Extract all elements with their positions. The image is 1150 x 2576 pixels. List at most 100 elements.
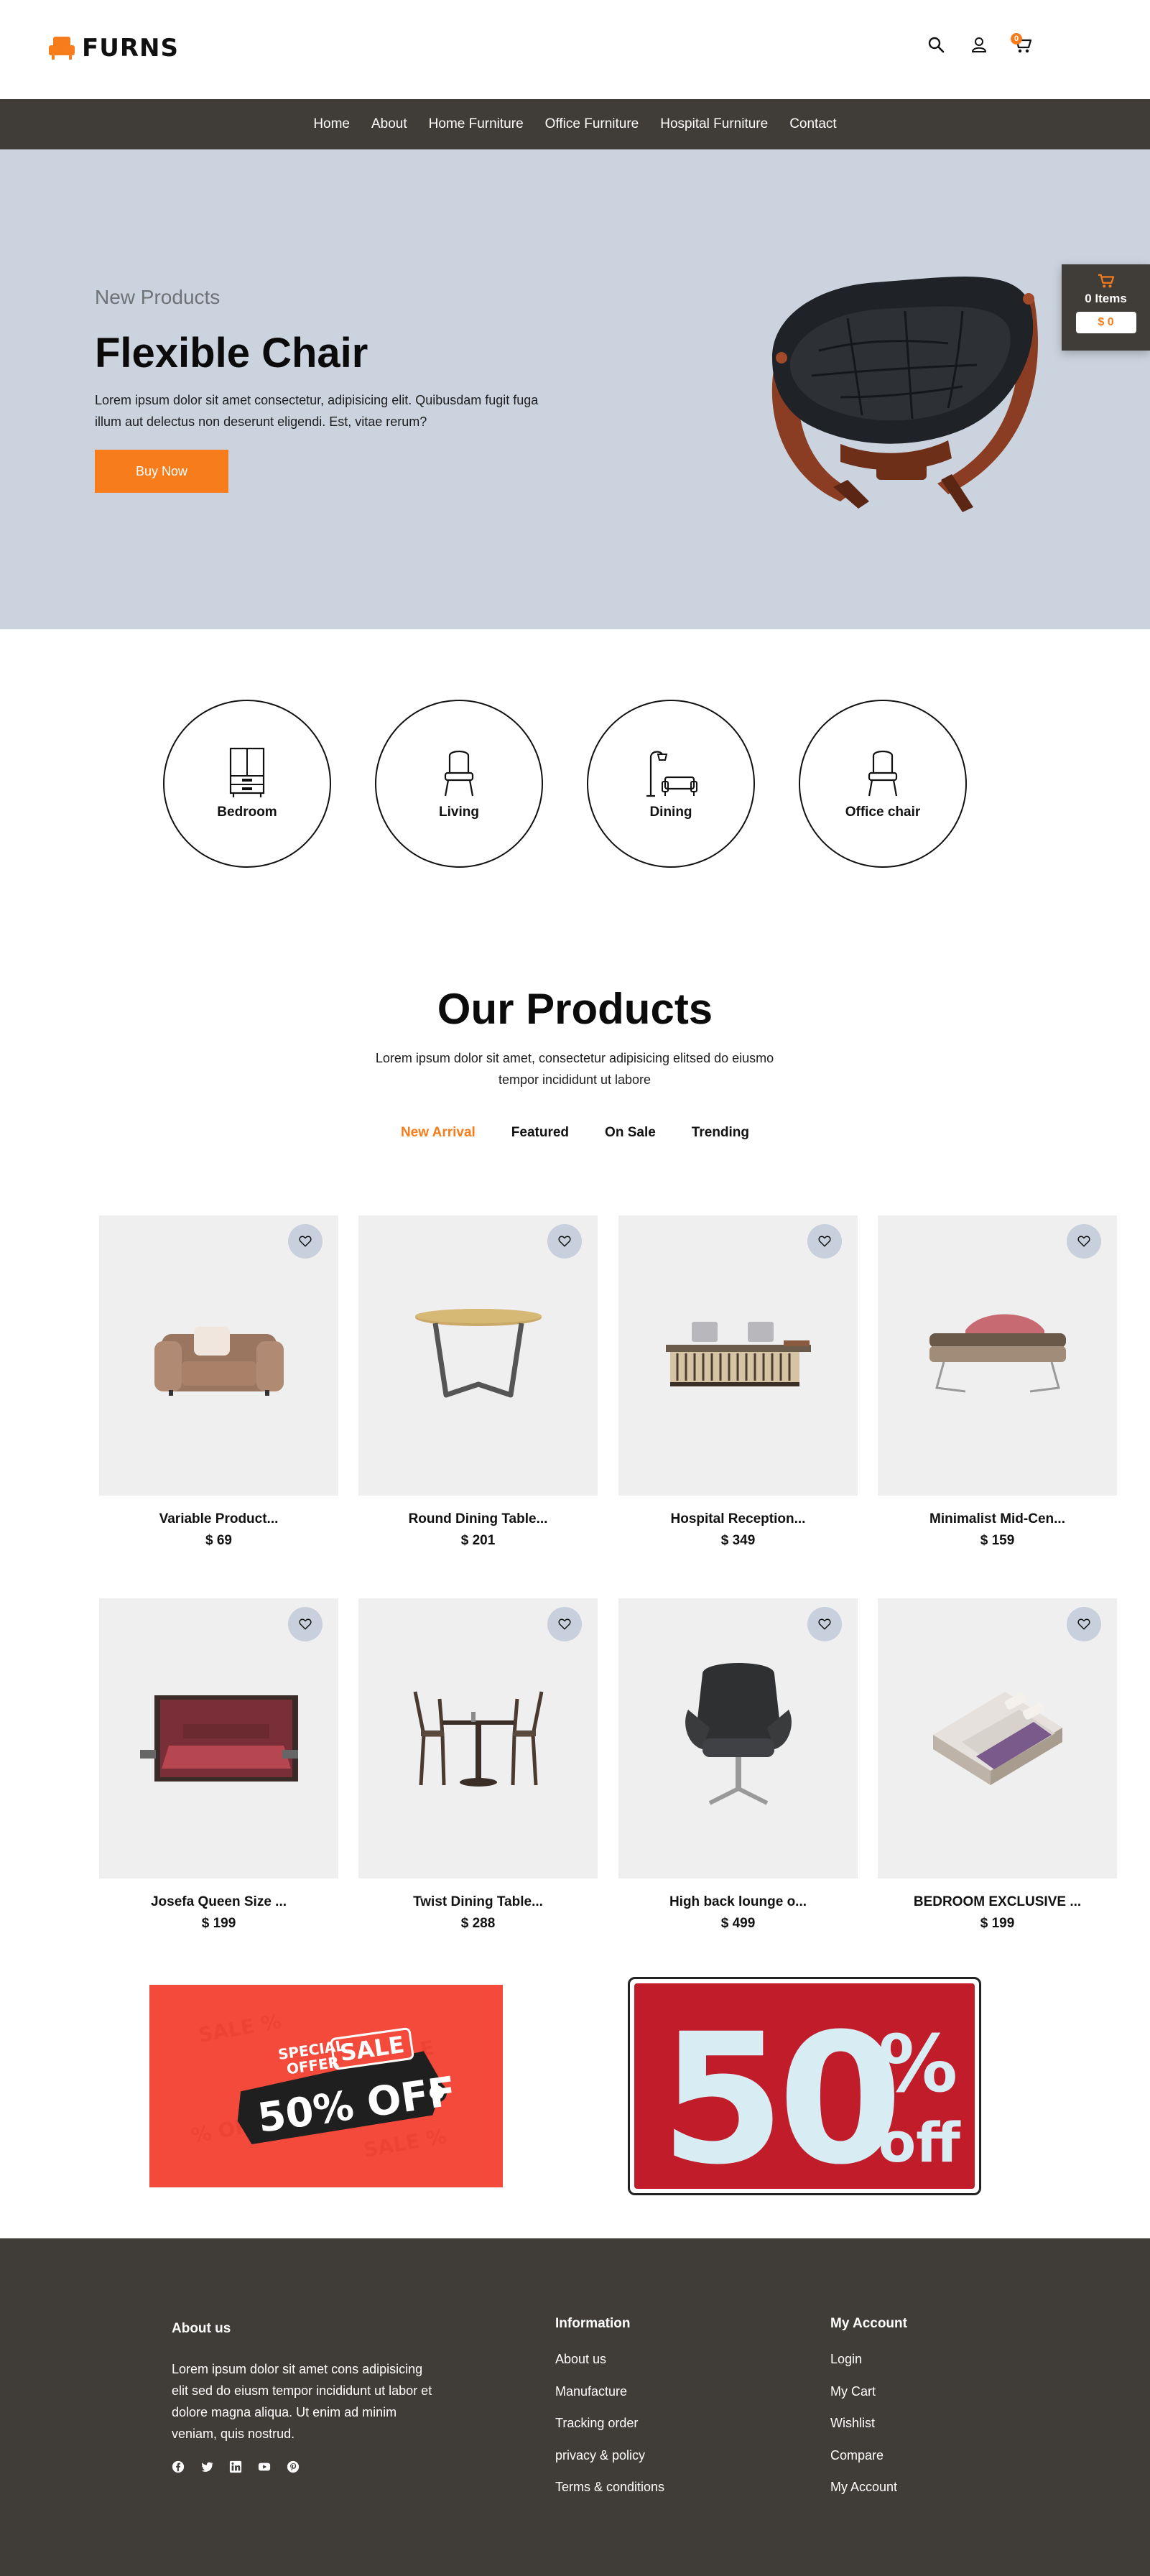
twitter-icon[interactable] <box>200 2460 213 2473</box>
daybed-image <box>929 1314 1066 1393</box>
heart-icon <box>818 1618 831 1630</box>
heart-icon <box>299 1618 312 1630</box>
tab-featured[interactable]: Featured <box>511 1125 569 1141</box>
footer-link-terms[interactable]: Terms & conditions <box>555 2480 664 2512</box>
footer-link-login[interactable]: Login <box>830 2352 907 2384</box>
search-icon <box>928 37 945 53</box>
product-name[interactable]: Round Dining Table... <box>358 1511 598 1527</box>
category-bedroom[interactable]: Bedroom <box>163 700 331 868</box>
lamp-sofa-icon <box>646 751 697 797</box>
floating-cart-items: 0 Items <box>1085 292 1127 305</box>
linkedin-icon[interactable] <box>229 2460 242 2473</box>
nav-hospital-furniture[interactable]: Hospital Furniture <box>660 116 768 132</box>
product-card[interactable]: Hospital Reception... $ 349 <box>618 1215 858 1549</box>
wishlist-button[interactable] <box>1067 1224 1101 1259</box>
heart-icon <box>1077 1618 1090 1630</box>
fifty-off-banner[interactable]: 50 % off <box>628 1977 981 2195</box>
product-image[interactable] <box>878 1215 1117 1496</box>
leather-chair-image <box>771 276 1038 512</box>
product-name[interactable]: Twist Dining Table... <box>358 1894 598 1910</box>
tab-trending[interactable]: Trending <box>692 1125 749 1141</box>
site-header: FURNS 0 <box>0 0 1150 99</box>
product-name[interactable]: BEDROOM EXCLUSIVE ... <box>878 1894 1117 1910</box>
product-name[interactable]: Variable Product... <box>99 1511 338 1527</box>
category-label: Living <box>439 805 479 820</box>
product-image[interactable] <box>618 1215 858 1496</box>
special-offer-graphic: SALE % SALE % OFF SALE % SPECIAL OFFER S… <box>189 2009 458 2162</box>
heart-icon <box>1077 1236 1090 1247</box>
armchair-image <box>154 1327 284 1396</box>
product-card[interactable]: Twist Dining Table... $ 288 <box>358 1598 598 1932</box>
chair-icon <box>444 750 474 797</box>
product-image[interactable] <box>99 1598 338 1878</box>
category-office-chair[interactable]: Office chair <box>799 700 967 868</box>
product-price: $ 199 <box>201 1916 236 1931</box>
chair-icon <box>868 750 898 797</box>
svg-text:SALE %: SALE % <box>361 2124 448 2162</box>
wishlist-button[interactable] <box>1067 1607 1101 1641</box>
footer-about: About us Lorem ipsum dolor sit amet cons… <box>172 2321 437 2473</box>
wishlist-button[interactable] <box>288 1607 323 1641</box>
facebook-icon[interactable] <box>172 2460 185 2473</box>
dining-set-image <box>413 1691 543 1787</box>
product-card[interactable]: BEDROOM EXCLUSIVE ... $ 199 <box>878 1598 1117 1932</box>
svg-text:SALE %: SALE % <box>196 2009 283 2047</box>
product-card[interactable]: Minimalist Mid-Cen... $ 159 <box>878 1215 1117 1549</box>
product-image[interactable] <box>878 1598 1117 1878</box>
footer-link-my-account[interactable]: My Account <box>830 2480 907 2512</box>
footer-link-wishlist[interactable]: Wishlist <box>830 2416 907 2448</box>
percent-sign: % <box>878 2018 957 2110</box>
product-name[interactable]: High back lounge o... <box>618 1894 858 1910</box>
off-label: off <box>878 2111 961 2174</box>
pinterest-icon[interactable] <box>287 2460 300 2473</box>
product-price: $ 288 <box>460 1916 496 1931</box>
product-name[interactable]: Josefa Queen Size ... <box>99 1894 338 1910</box>
wishlist-button[interactable] <box>807 1607 842 1641</box>
footer-information-heading: Information <box>555 2316 631 2331</box>
tab-on-sale[interactable]: On Sale <box>605 1125 656 1141</box>
product-image[interactable] <box>99 1215 338 1496</box>
product-name[interactable]: Minimalist Mid-Cen... <box>878 1511 1117 1527</box>
cart-button[interactable]: 0 <box>1009 32 1035 57</box>
footer-link-about-us[interactable]: About us <box>555 2352 664 2384</box>
category-living[interactable]: Living <box>375 700 543 868</box>
product-image[interactable] <box>358 1598 598 1878</box>
wishlist-button[interactable] <box>547 1224 582 1259</box>
nav-about[interactable]: About <box>371 116 407 132</box>
main-nav: Home About Home Furniture Office Furnitu… <box>0 99 1150 149</box>
product-card[interactable]: Round Dining Table... $ 201 <box>358 1215 598 1549</box>
special-offer-banner[interactable]: SALE % SALE % OFF SALE % SPECIAL OFFER S… <box>149 1985 503 2187</box>
product-card[interactable]: Variable Product... $ 69 <box>99 1215 338 1549</box>
floating-cart[interactable]: 0 Items $ 0 <box>1062 264 1150 351</box>
footer-link-privacy-policy[interactable]: privacy & policy <box>555 2448 664 2480</box>
footer-link-compare[interactable]: Compare <box>830 2448 907 2480</box>
tab-new-arrival[interactable]: New Arrival <box>401 1125 476 1141</box>
account-button[interactable] <box>966 32 992 57</box>
wishlist-button[interactable] <box>547 1607 582 1641</box>
floating-cart-total: $ 0 <box>1075 312 1136 333</box>
footer-link-manufacture[interactable]: Manufacture <box>555 2384 664 2417</box>
product-card[interactable]: Josefa Queen Size ... $ 199 <box>99 1598 338 1932</box>
youtube-icon[interactable] <box>258 2460 271 2473</box>
product-image[interactable] <box>358 1215 598 1496</box>
buy-now-button[interactable]: Buy Now <box>95 450 228 493</box>
product-image[interactable] <box>618 1598 858 1878</box>
nav-office-furniture[interactable]: Office Furniture <box>545 116 639 132</box>
footer-link-my-cart[interactable]: My Cart <box>830 2384 907 2417</box>
brand-name: FURNS <box>82 34 179 62</box>
nav-home[interactable]: Home <box>313 116 350 132</box>
category-label: Dining <box>649 805 692 820</box>
heart-icon <box>558 1618 571 1630</box>
wishlist-button[interactable] <box>288 1224 323 1259</box>
product-card[interactable]: High back lounge o... $ 499 <box>618 1598 858 1932</box>
nav-contact[interactable]: Contact <box>789 116 836 132</box>
logo[interactable]: FURNS <box>47 32 179 65</box>
product-price: $ 159 <box>980 1533 1015 1548</box>
nav-home-furniture[interactable]: Home Furniture <box>429 116 524 132</box>
search-button[interactable] <box>923 32 949 57</box>
wishlist-button[interactable] <box>807 1224 842 1259</box>
category-dining[interactable]: Dining <box>587 700 755 868</box>
footer-link-tracking-order[interactable]: Tracking order <box>555 2416 664 2448</box>
hero-description: Lorem ipsum dolor sit amet consectetur, … <box>95 393 539 429</box>
product-name[interactable]: Hospital Reception... <box>618 1511 858 1527</box>
